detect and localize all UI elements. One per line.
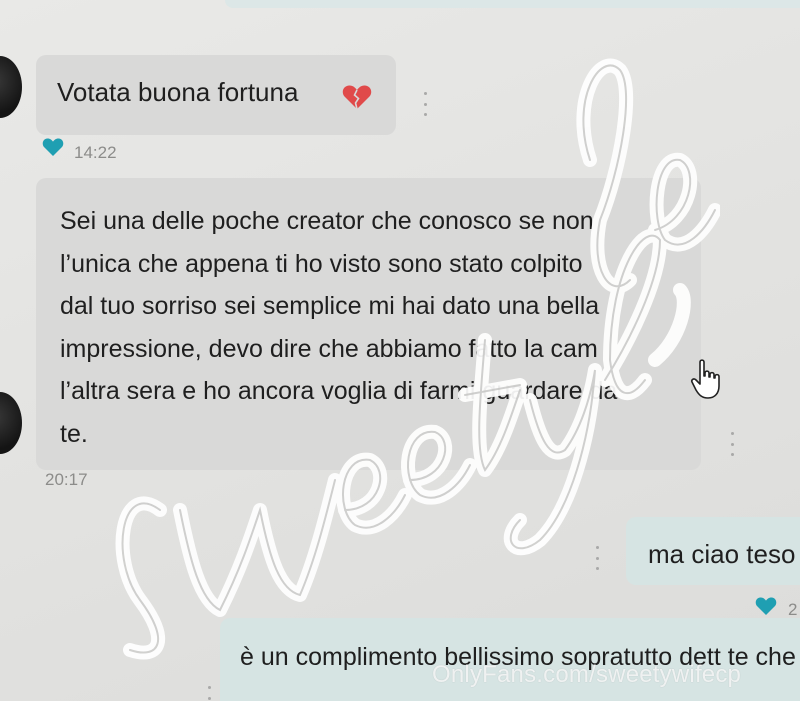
broken-heart-icon <box>342 85 372 110</box>
outgoing-message-bubble[interactable]: ma ciao teso <box>626 517 800 585</box>
hand-pointer-cursor-icon <box>690 359 720 399</box>
contact-avatar[interactable] <box>0 392 22 454</box>
message-text: Sei una delle poche creator che conosco … <box>60 207 618 448</box>
message-menu-button[interactable] <box>422 92 428 116</box>
liked-heart-icon[interactable] <box>42 137 64 157</box>
previous-outgoing-bubble-edge <box>225 0 800 8</box>
message-time: 2 <box>788 600 798 619</box>
message-text: ma ciao teso <box>648 539 796 569</box>
message-text: è un complimento bellissimo sopratutto d… <box>240 643 800 671</box>
message-menu-button[interactable] <box>729 432 735 456</box>
incoming-message-bubble[interactable]: Votata buona fortuna <box>36 55 396 135</box>
contact-avatar[interactable] <box>0 56 22 118</box>
message-time: 14:22 <box>74 143 117 162</box>
chat-screen: Votata buona fortuna 14:22 Sei una delle… <box>0 0 800 701</box>
message-text: Votata buona fortuna <box>57 77 299 107</box>
outgoing-message-bubble[interactable]: è un complimento bellissimo sopratutto d… <box>220 618 800 701</box>
message-menu-button[interactable] <box>206 686 212 701</box>
message-time: 20:17 <box>45 470 88 489</box>
message-menu-button[interactable] <box>594 546 600 570</box>
incoming-message-bubble[interactable]: Sei una delle poche creator che conosco … <box>36 178 701 470</box>
liked-heart-icon[interactable] <box>755 596 777 616</box>
